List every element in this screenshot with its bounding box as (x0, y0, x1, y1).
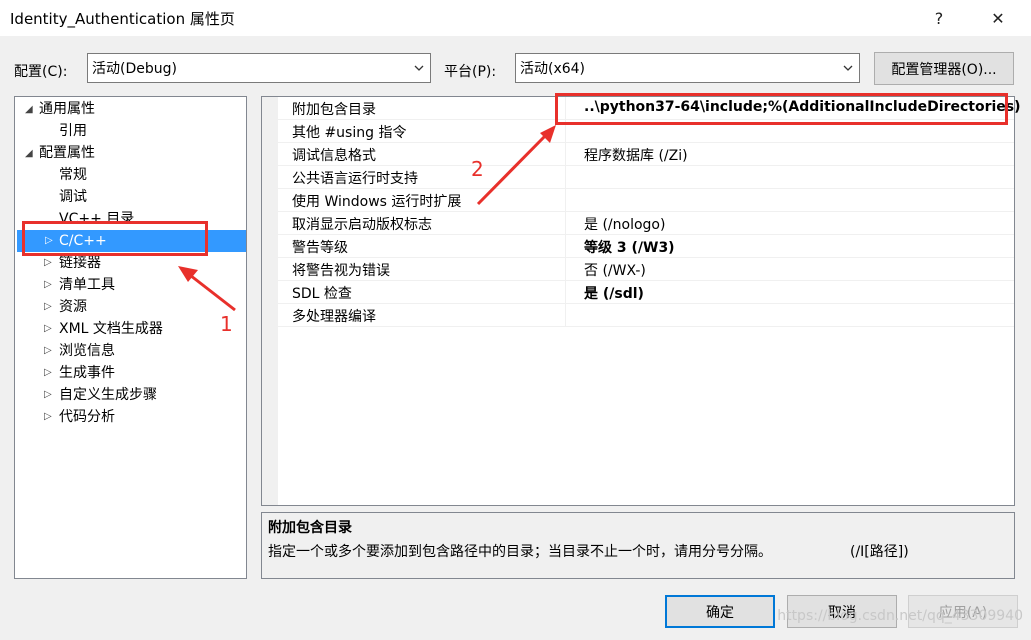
annotation-arrows (178, 125, 556, 312)
annotation-number-2: 2 (471, 157, 484, 181)
annotation-arrow-2 (476, 131, 550, 206)
annotation-arrow-1 (185, 270, 236, 312)
annotation-number-1: 1 (220, 312, 233, 336)
